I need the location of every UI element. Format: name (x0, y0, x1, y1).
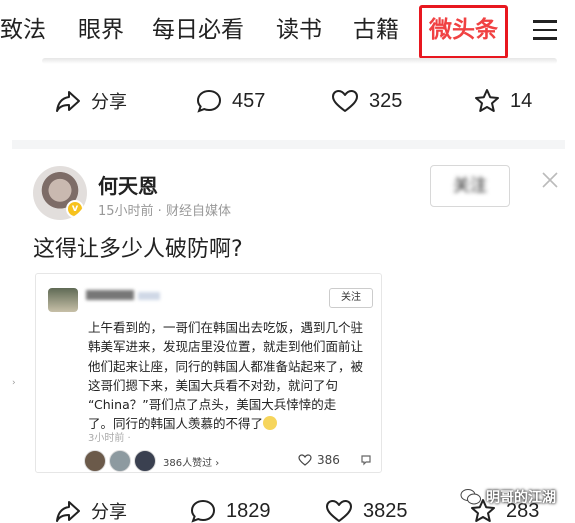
comment-button[interactable]: 1829 (190, 496, 271, 523)
heart-icon (332, 90, 358, 112)
embedded-tag-blurred (138, 292, 160, 300)
post-text: 这得让多少人破防啊? (33, 237, 243, 262)
liker-avatar (84, 450, 106, 472)
tab-dushu[interactable]: 读书 (276, 14, 322, 46)
feed-divider (12, 140, 565, 149)
embedded-author-blurred (86, 290, 134, 300)
avatar[interactable]: v (33, 166, 87, 220)
smile-emoji-icon (263, 416, 278, 431)
tab-guji[interactable]: 古籍 (353, 14, 399, 46)
follow-button[interactable]: 关注 (430, 165, 510, 207)
prev-post-actions: 分享 457 325 14 (0, 76, 575, 126)
menu-icon[interactable] (533, 20, 557, 40)
embedded-like: 386 (298, 453, 340, 467)
side-indicator: › (12, 378, 16, 388)
active-tab-highlight (419, 5, 508, 59)
heart-icon (298, 454, 312, 466)
embedded-time: 3小时前 · (88, 433, 131, 444)
embedded-image[interactable]: 关注 上午看到的，一哥们在韩国出去吃饭，遇到几个驻 韩美军进来，发现店里没位置，… (35, 273, 382, 473)
star-icon (475, 89, 499, 112)
share-button[interactable]: 分享 (55, 496, 127, 523)
liker-avatar (109, 450, 131, 472)
close-icon[interactable] (541, 171, 559, 189)
tab-yanjie[interactable]: 眼界 (78, 14, 124, 46)
favorite-button[interactable]: 14 (474, 86, 532, 116)
share-icon (56, 91, 80, 112)
embedded-text: 上午看到的，一哥们在韩国出去吃饭，遇到几个驻 韩美军进来，发现店里没位置，就走到… (88, 320, 364, 432)
top-nav: 致法 眼界 每日必看 读书 古籍 微头条 (0, 0, 575, 64)
share-button[interactable]: 分享 (55, 86, 127, 116)
comment-icon (196, 89, 222, 113)
tab-meiribikan[interactable]: 每日必看 (152, 14, 244, 46)
author-name[interactable]: 何天恩 (98, 170, 158, 199)
nav-shadow (42, 58, 557, 64)
embedded-follow-button: 关注 (329, 288, 373, 308)
embedded-avatar (48, 288, 78, 312)
embedded-likers: 386人赞过 › (84, 450, 219, 472)
heart-icon (326, 500, 352, 522)
like-button[interactable]: 3825 (325, 496, 408, 523)
liker-avatar (134, 450, 156, 472)
comment-icon (190, 499, 216, 523)
post-meta: 15小时前 · 财经自媒体 (98, 204, 231, 219)
tab-zhifa[interactable]: 致法 (0, 14, 46, 46)
embedded-more-icon (361, 455, 371, 466)
wechat-icon (460, 489, 481, 505)
share-icon (56, 501, 80, 522)
like-button[interactable]: 325 (331, 86, 402, 116)
comment-button[interactable]: 457 (196, 86, 265, 116)
verified-badge-icon: v (66, 200, 84, 218)
watermark: 明哥的江湖 (460, 487, 556, 507)
